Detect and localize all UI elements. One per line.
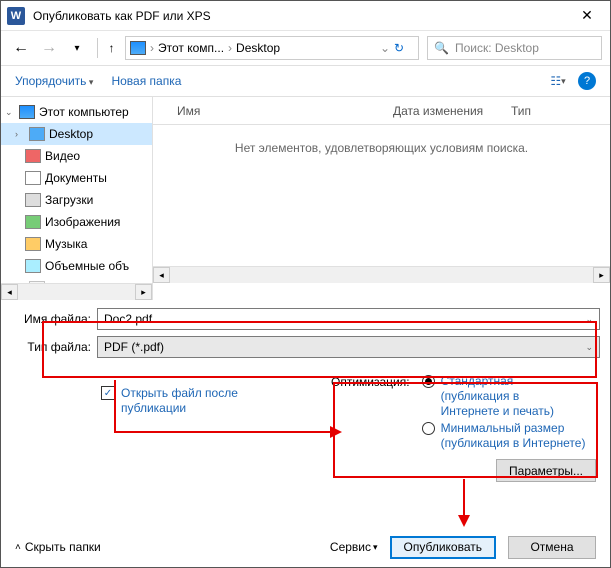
search-placeholder: Поиск: Desktop bbox=[455, 41, 539, 55]
breadcrumb-pc[interactable]: Этот комп... bbox=[158, 41, 224, 55]
documents-icon bbox=[25, 171, 41, 185]
pc-icon bbox=[19, 105, 35, 119]
chevron-right-icon[interactable]: › bbox=[15, 129, 25, 139]
folder-tree[interactable]: ⌄ Этот компьютер › Desktop Видео Докумен… bbox=[1, 97, 153, 283]
filetype-combo[interactable]: PDF (*.pdf) ⌄ bbox=[97, 336, 600, 358]
scrollbar-horizontal[interactable] bbox=[170, 267, 593, 283]
window-title: Опубликовать как PDF или XPS bbox=[33, 9, 564, 23]
tree-item-downloads[interactable]: Загрузки bbox=[1, 189, 152, 211]
pictures-icon bbox=[25, 215, 41, 229]
help-icon[interactable]: ? bbox=[578, 72, 596, 90]
tree-label: Видео bbox=[45, 149, 80, 163]
open-after-checkbox[interactable]: ✓ bbox=[101, 386, 115, 400]
chevron-right-icon: › bbox=[150, 41, 154, 55]
up-icon[interactable]: ↑ bbox=[97, 38, 117, 58]
tree-label: Desktop bbox=[49, 127, 93, 141]
params-label: Параметры... bbox=[509, 464, 583, 478]
filename-label: Имя файла: bbox=[11, 312, 97, 326]
tree-item-music[interactable]: Музыка bbox=[1, 233, 152, 255]
search-icon: 🔍 bbox=[434, 41, 449, 55]
tree-item-pictures[interactable]: Изображения bbox=[1, 211, 152, 233]
search-input[interactable]: 🔍 Поиск: Desktop bbox=[427, 36, 602, 60]
word-app-icon: W bbox=[7, 7, 25, 25]
video-icon bbox=[25, 149, 41, 163]
radio-standard-label: Стандартная (публикация в Интернете и пе… bbox=[441, 374, 581, 419]
open-after-label: Открыть файл после публикации bbox=[121, 386, 261, 416]
tools-label: Сервис bbox=[330, 540, 371, 554]
new-folder-button[interactable]: Новая папка bbox=[111, 74, 181, 88]
cube-icon bbox=[25, 259, 41, 273]
tree-root[interactable]: ⌄ Этот компьютер bbox=[1, 101, 152, 123]
tree-label: Музыка bbox=[45, 237, 87, 251]
tree-item-video[interactable]: Видео bbox=[1, 145, 152, 167]
tree-item-documents[interactable]: Документы bbox=[1, 167, 152, 189]
tree-scroll-left-icon[interactable]: ◂ bbox=[1, 284, 18, 300]
params-button[interactable]: Параметры... bbox=[496, 459, 596, 482]
downloads-icon bbox=[25, 193, 41, 207]
col-name[interactable]: Имя bbox=[153, 104, 393, 118]
tree-root-label: Этот компьютер bbox=[39, 105, 129, 119]
scroll-right-icon[interactable]: ▸ bbox=[593, 267, 610, 283]
tree-scroll-right-icon[interactable]: ▸ bbox=[135, 284, 152, 300]
chevron-down-icon[interactable]: ⌄ bbox=[380, 41, 390, 55]
recent-dropdown-icon[interactable]: ▾ bbox=[65, 36, 89, 60]
tree-label: Документы bbox=[45, 171, 107, 185]
filetype-value: PDF (*.pdf) bbox=[104, 340, 164, 354]
refresh-icon[interactable]: ↻ bbox=[394, 41, 414, 55]
breadcrumb-folder[interactable]: Desktop bbox=[236, 41, 280, 55]
breadcrumb[interactable]: › Этот комп... › Desktop ⌄ ↻ bbox=[125, 36, 419, 60]
filename-input[interactable]: Doc2.pdf ⌄ bbox=[97, 308, 600, 330]
hide-folders-label: Скрыть папки bbox=[25, 540, 101, 554]
close-icon[interactable]: ✕ bbox=[564, 1, 610, 31]
dropdown-icon[interactable]: ⌄ bbox=[585, 342, 593, 353]
cancel-button[interactable]: Отмена bbox=[508, 536, 596, 559]
chevron-down-icon: ▾ bbox=[373, 542, 378, 553]
forward-icon[interactable]: → bbox=[37, 36, 61, 60]
back-icon[interactable]: ← bbox=[9, 36, 33, 60]
radio-minimal[interactable] bbox=[422, 422, 435, 435]
dropdown-icon[interactable]: ⌄ bbox=[585, 314, 593, 325]
tree-label: Изображения bbox=[45, 215, 120, 229]
chevron-right-icon: › bbox=[228, 41, 232, 55]
col-date[interactable]: Дата изменения bbox=[393, 104, 511, 118]
music-icon bbox=[25, 237, 41, 251]
radio-minimal-label: Минимальный размер (публикация в Интерне… bbox=[441, 421, 591, 451]
publish-label: Опубликовать bbox=[404, 540, 482, 554]
pc-icon bbox=[130, 41, 146, 55]
tree-label: SYSTEM (C:) bbox=[49, 281, 122, 283]
chevron-up-icon: ˄ bbox=[15, 542, 21, 553]
chevron-down-icon[interactable]: ⌄ bbox=[5, 107, 15, 118]
publish-button[interactable]: Опубликовать bbox=[390, 536, 496, 559]
tree-item-desktop[interactable]: › Desktop bbox=[1, 123, 152, 145]
tree-item-system[interactable]: › SYSTEM (C:) bbox=[1, 277, 152, 283]
tree-item-3d[interactable]: Объемные объ bbox=[1, 255, 152, 277]
radio-standard[interactable] bbox=[422, 375, 435, 388]
col-type[interactable]: Тип bbox=[511, 104, 610, 118]
tree-label: Загрузки bbox=[45, 193, 93, 207]
desktop-icon bbox=[29, 127, 45, 141]
cancel-label: Отмена bbox=[530, 540, 573, 554]
annotation-arrow bbox=[463, 479, 465, 517]
tools-menu[interactable]: Сервис ▾ bbox=[330, 540, 378, 554]
view-mode-icon[interactable]: ☷ bbox=[546, 71, 570, 91]
optimization-label: Оптимизация: bbox=[331, 374, 410, 453]
hide-folders-link[interactable]: ˄ Скрыть папки bbox=[15, 540, 101, 554]
tree-label: Объемные объ bbox=[45, 259, 129, 273]
organize-menu[interactable]: Упорядочить bbox=[15, 74, 93, 88]
scroll-left-icon[interactable]: ◂ bbox=[153, 267, 170, 283]
drive-icon bbox=[29, 281, 45, 283]
list-header: Имя Дата изменения Тип bbox=[153, 97, 610, 125]
filetype-label: Тип файла: bbox=[11, 340, 97, 354]
empty-message: Нет элементов, удовлетворяющих условиям … bbox=[153, 125, 610, 266]
tree-scrollbar[interactable] bbox=[18, 284, 135, 300]
filename-value: Doc2.pdf bbox=[104, 312, 152, 326]
